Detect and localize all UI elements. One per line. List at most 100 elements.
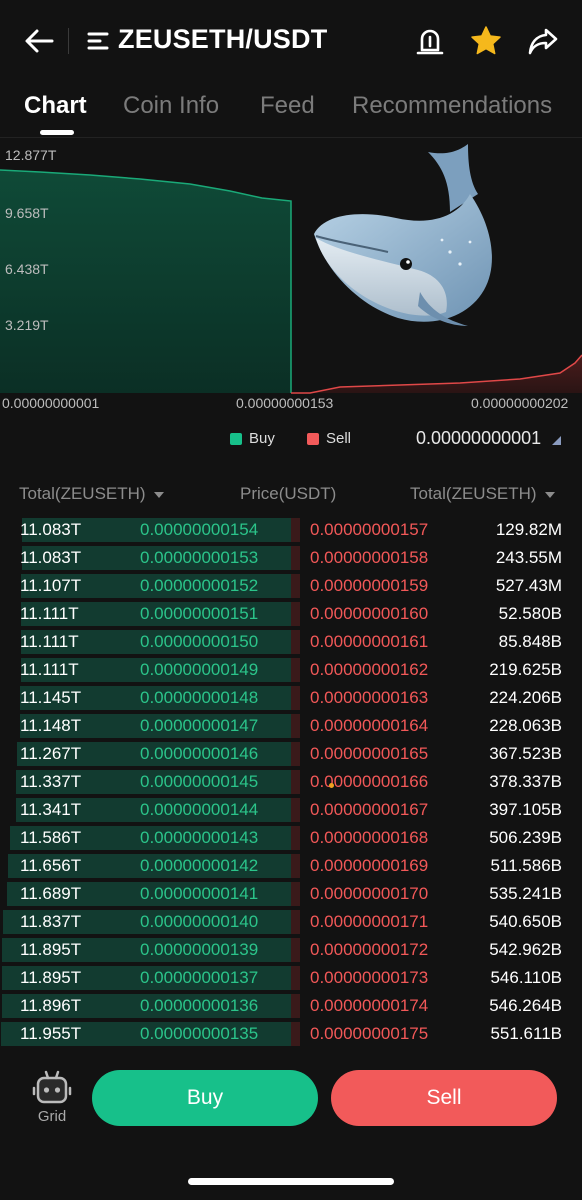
buy-total-cell: 11.586T — [20, 828, 82, 847]
order-book-row[interactable]: 11.895T 0.00000000137 0.00000000173 546.110… — [0, 964, 582, 992]
whale-sticker — [300, 142, 505, 332]
buy-total-cell: 11.111T — [20, 604, 79, 623]
order-book-row[interactable]: 11.895T 0.00000000139 0.00000000172 542.962… — [0, 936, 582, 964]
y-tick-label: 3.219T — [5, 317, 49, 333]
order-book-row[interactable]: 11.083T 0.00000000153 0.00000000158 243.55M — [0, 544, 582, 572]
chart-legend: Buy Sell 0.00000000001 — [0, 428, 582, 452]
grid-bot-icon — [32, 1070, 72, 1104]
order-book-row[interactable]: 11.107T 0.00000000152 0.00000000159 527.43M — [0, 572, 582, 600]
sell-price-cell: 0.00000000158 — [310, 548, 429, 567]
tab-coin-info[interactable]: Coin Info — [123, 92, 219, 120]
order-book-row[interactable]: 11.148T 0.00000000147 0.00000000164 228.063… — [0, 712, 582, 740]
x-tick-label: 0.00000000001 — [2, 395, 100, 411]
order-book-row[interactable]: 11.267T 0.00000000146 0.00000000165 367.523… — [0, 740, 582, 768]
order-book-row[interactable]: 11.837T 0.00000000140 0.00000000171 540.650… — [0, 908, 582, 936]
top-bar: ZEUSETH/USDT — [0, 0, 582, 82]
sell-total-cell: 546.110B — [490, 968, 562, 987]
sell-depth-bar — [291, 546, 300, 570]
order-book-row[interactable]: 11.083T 0.00000000154 0.00000000157 129.82M — [0, 516, 582, 544]
back-arrow-icon[interactable] — [22, 24, 58, 58]
x-tick-label: 0.00000000202 — [471, 395, 569, 411]
sell-depth-bar — [291, 910, 300, 934]
order-book-row[interactable]: 11.341T 0.00000000144 0.00000000167 397.105… — [0, 796, 582, 824]
sell-price-cell: 0.00000000171 — [310, 912, 429, 931]
buy-total-cell: 11.267T — [20, 744, 82, 763]
sell-total-cell: 243.55M — [495, 548, 562, 567]
order-book-row[interactable]: 11.145T 0.00000000148 0.00000000163 224.206… — [0, 684, 582, 712]
buy-price-cell: 0.00000000140 — [140, 912, 259, 931]
sell-total-cell: 506.239B — [489, 828, 562, 847]
order-book-row[interactable]: 11.955T 0.00000000135 0.00000000175 551.611… — [0, 1020, 582, 1048]
sell-price-cell: 0.00000000169 — [310, 856, 429, 875]
order-book-row[interactable]: 11.896T 0.00000000136 0.00000000174 546.264… — [0, 992, 582, 1020]
buy-price-cell: 0.00000000144 — [140, 800, 259, 819]
order-book-row[interactable]: 11.586T 0.00000000143 0.00000000168 506.239… — [0, 824, 582, 852]
share-icon[interactable] — [526, 24, 560, 58]
buy-total-cell: 11.111T — [20, 632, 79, 651]
buy-price-cell: 0.00000000151 — [140, 604, 259, 623]
sell-depth-bar — [291, 994, 300, 1018]
grid-label: Grid — [37, 1108, 67, 1125]
buy-price-cell: 0.00000000141 — [140, 884, 259, 903]
sell-price-cell: 0.00000000163 — [310, 688, 429, 707]
buy-price-cell: 0.00000000148 — [140, 688, 259, 707]
buy-price-cell: 0.00000000150 — [140, 632, 259, 651]
tab-feed[interactable]: Feed — [260, 92, 315, 120]
buy-legend-swatch — [230, 433, 242, 445]
sell-total-cell: 367.523B — [489, 744, 562, 763]
sell-depth-bar — [291, 966, 300, 990]
tab-bar: Chart Coin Info Feed Recommendations — [0, 82, 582, 138]
sell-depth-bar — [291, 742, 300, 766]
sell-button[interactable]: Sell — [331, 1070, 557, 1126]
buy-total-cell: 11.689T — [20, 884, 82, 903]
sell-total-cell: 228.063B — [489, 716, 562, 735]
precision-selector[interactable]: 0.00000000001 — [416, 428, 541, 449]
order-book-row[interactable]: 11.111T 0.00000000150 0.00000000161 85.848B — [0, 628, 582, 656]
star-icon[interactable] — [469, 24, 503, 58]
price-alert-icon[interactable] — [413, 24, 447, 58]
sell-depth-bar — [291, 770, 300, 794]
sell-price-cell: 0.00000000172 — [310, 940, 429, 959]
buy-button[interactable]: Buy — [92, 1070, 318, 1126]
menu-icon[interactable] — [86, 30, 110, 52]
order-book-row[interactable]: 11.111T 0.00000000149 0.00000000162 219.625… — [0, 656, 582, 684]
x-tick-label: 0.00000000153 — [236, 395, 334, 411]
tab-recommendations[interactable]: Recommendations — [352, 92, 552, 120]
sort-down-icon — [153, 491, 164, 498]
sell-total-cell: 535.241B — [489, 884, 562, 903]
sell-price-cell: 0.00000000162 — [310, 660, 429, 679]
sell-total-cell: 219.625B — [489, 660, 562, 679]
dropdown-triangle-icon[interactable] — [552, 436, 561, 445]
buy-total-cell: 11.111T — [20, 660, 79, 679]
buy-total-cell: 11.341T — [20, 800, 82, 819]
sell-price-cell: 0.00000000167 — [310, 800, 429, 819]
sell-price-cell: 0.00000000170 — [310, 884, 429, 903]
sell-total-cell: 546.264B — [489, 996, 562, 1015]
buy-price-cell: 0.00000000146 — [140, 744, 259, 763]
sell-total-header[interactable]: Total(ZEUSETH) — [410, 484, 555, 504]
buy-depth-area — [0, 170, 291, 393]
grid-button[interactable]: Grid — [30, 1070, 74, 1130]
sell-price-cell: 0.00000000164 — [310, 716, 429, 735]
home-indicator[interactable] — [188, 1178, 394, 1185]
buy-price-cell: 0.00000000142 — [140, 856, 259, 875]
order-book-row[interactable]: 11.337T 0.00000000145 0.00000000166 378.337… — [0, 768, 582, 796]
buy-total-cell: 11.148T — [20, 716, 82, 735]
sell-total-cell: 224.206B — [489, 688, 562, 707]
buy-price-cell: 0.00000000136 — [140, 996, 259, 1015]
sell-price-cell: 0.00000000166 — [310, 772, 429, 791]
order-book-row[interactable]: 11.111T 0.00000000151 0.00000000160 52.580B — [0, 600, 582, 628]
order-book-row[interactable]: 11.689T 0.00000000141 0.00000000170 535.241… — [0, 880, 582, 908]
trading-pair-title[interactable]: ZEUSETH/USDT — [118, 24, 327, 55]
buy-price-cell: 0.00000000137 — [140, 968, 259, 987]
buy-total-cell: 11.896T — [20, 996, 82, 1015]
buy-total-header[interactable]: Total(ZEUSETH) — [19, 484, 164, 504]
order-book-header: Total(ZEUSETH) Price(USDT) Total(ZEUSETH… — [0, 484, 582, 508]
buy-price-cell: 0.00000000152 — [140, 576, 259, 595]
tab-chart[interactable]: Chart — [24, 92, 87, 120]
buy-price-cell: 0.00000000147 — [140, 716, 259, 735]
sell-depth-bar — [291, 686, 300, 710]
order-book-row[interactable]: 11.656T 0.00000000142 0.00000000169 511.586… — [0, 852, 582, 880]
sell-total-cell: 527.43M — [495, 576, 562, 595]
buy-price-cell: 0.00000000139 — [140, 940, 259, 959]
